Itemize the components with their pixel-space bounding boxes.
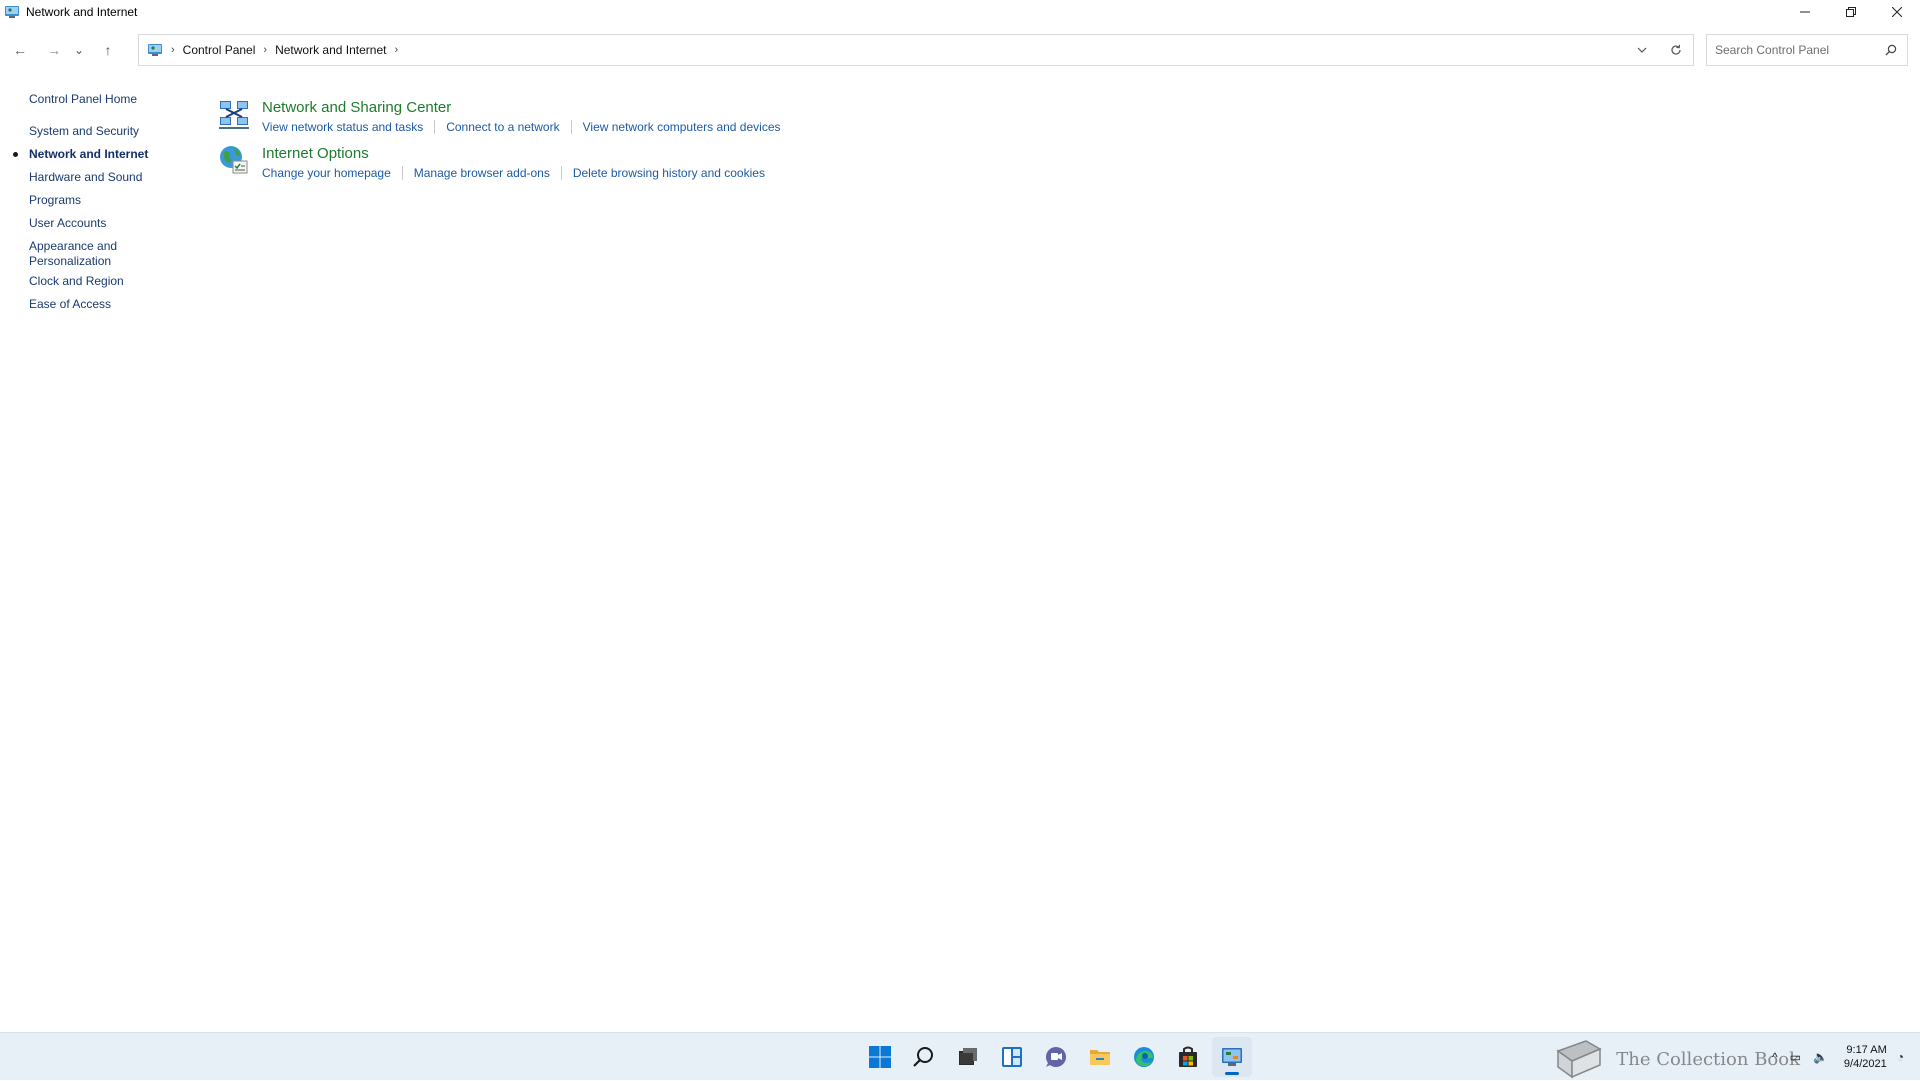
control-panel-icon <box>147 42 163 58</box>
breadcrumb-network-and-internet[interactable]: Network and Internet <box>275 43 386 57</box>
network-sharing-icon <box>218 98 250 130</box>
widgets-button[interactable] <box>992 1037 1032 1077</box>
refresh-icon <box>1671 44 1681 55</box>
breadcrumb-control-panel[interactable]: Control Panel <box>183 43 256 57</box>
view-network-computers-link[interactable]: View network computers and devices <box>583 120 781 134</box>
control-panel-icon <box>1222 1048 1242 1066</box>
focus-assist-icon[interactable]: ◔ <box>1897 1050 1904 1064</box>
control-panel-icon <box>4 4 20 20</box>
link-divider <box>434 120 436 134</box>
chat-icon <box>1046 1047 1066 1067</box>
network-and-sharing-center-link[interactable]: Network and Sharing Center <box>262 98 781 118</box>
connect-to-network-link[interactable]: Connect to a network <box>446 120 559 134</box>
category-internet-options: Internet Options Change your homepage Ma… <box>218 144 765 180</box>
store-button[interactable] <box>1168 1037 1208 1077</box>
sidebar-item-appearance-and-personalization[interactable]: Appearance and Personalization <box>29 239 148 269</box>
category-network-and-sharing-center: Network and Sharing Center View network … <box>218 98 781 134</box>
task-links: View network status and tasks Connect to… <box>262 120 781 134</box>
back-button[interactable]: ← <box>6 36 34 64</box>
chevron-down-icon <box>1637 47 1647 53</box>
breadcrumb-separator[interactable]: › <box>171 44 175 56</box>
delete-browsing-history-link[interactable]: Delete browsing history and cookies <box>573 166 765 180</box>
forward-arrow-icon: → <box>47 42 61 58</box>
edge-button[interactable] <box>1124 1037 1164 1077</box>
watermark: The Collection Book <box>1552 1037 1800 1081</box>
control-panel-taskbar-button[interactable] <box>1212 1037 1252 1077</box>
network-icon[interactable]: ▭ <box>1790 1050 1801 1064</box>
sidebar-item-hardware-and-sound[interactable]: Hardware and Sound <box>29 170 148 185</box>
link-divider <box>570 120 572 134</box>
task-links: Change your homepage Manage browser add-… <box>262 166 765 180</box>
sidebar-item-programs[interactable]: Programs <box>29 193 148 208</box>
search-icon <box>913 1047 933 1067</box>
sidebar-item-ease-of-access[interactable]: Ease of Access <box>29 297 148 312</box>
internet-options-link[interactable]: Internet Options <box>262 144 765 164</box>
control-panel-home-link[interactable]: Control Panel Home <box>29 92 137 106</box>
store-icon <box>1179 1046 1197 1067</box>
widgets-icon <box>1002 1047 1022 1067</box>
volume-icon[interactable]: 🔈 <box>1813 1050 1828 1064</box>
title-bar: Network and Internet <box>0 0 1920 24</box>
clock-date: 9/4/2021 <box>1843 1058 1887 1070</box>
navigation-bar: ← → ⌄ ↑ › Control Panel › Network and In… <box>0 34 1920 66</box>
taskbar: The Collection Book ^ ▭ 🔈 9:17 AM 9/4/20… <box>0 1032 1920 1080</box>
current-page-bullet <box>13 152 18 157</box>
clock[interactable]: 9:17 AM 9/4/2021 <box>1844 1043 1887 1071</box>
window-controls <box>1782 0 1920 24</box>
search-icon[interactable] <box>1885 44 1897 56</box>
address-dropdown-button[interactable] <box>1625 35 1659 65</box>
active-app-indicator <box>1225 1072 1239 1075</box>
chat-button[interactable] <box>1036 1037 1076 1077</box>
refresh-button[interactable] <box>1659 35 1693 65</box>
view-network-status-link[interactable]: View network status and tasks <box>262 120 423 134</box>
task-view-icon <box>959 1048 977 1065</box>
taskbar-search-button[interactable] <box>904 1037 944 1077</box>
book-icon <box>1556 1040 1602 1079</box>
up-arrow-icon: ↑ <box>104 42 112 58</box>
recent-locations-button[interactable]: ⌄ <box>68 36 90 64</box>
link-divider <box>401 166 403 180</box>
breadcrumb-separator[interactable]: › <box>394 44 398 56</box>
manage-browser-addons-link[interactable]: Manage browser add-ons <box>414 166 550 180</box>
forward-button[interactable]: → <box>40 36 68 64</box>
window-title: Network and Internet <box>26 5 138 19</box>
system-tray: ^ ▭ 🔈 9:17 AM 9/4/2021 ◔ <box>1766 1033 1910 1081</box>
chevron-down-icon: ⌄ <box>73 43 85 57</box>
search-box[interactable] <box>1706 34 1908 66</box>
file-explorer-icon <box>1090 1050 1110 1065</box>
taskbar-apps <box>860 1037 1256 1077</box>
sidebar-item-clock-and-region[interactable]: Clock and Region <box>29 274 148 289</box>
breadcrumb-separator[interactable]: › <box>263 44 267 56</box>
minimize-icon <box>1800 11 1810 13</box>
file-explorer-button[interactable] <box>1080 1037 1120 1077</box>
up-button[interactable]: ↑ <box>94 36 122 64</box>
minimize-button[interactable] <box>1782 0 1828 24</box>
close-button[interactable] <box>1874 0 1920 24</box>
sidebar-item-system-and-security[interactable]: System and Security <box>29 124 148 139</box>
internet-options-icon <box>218 144 250 176</box>
address-bar[interactable]: › Control Panel › Network and Internet › <box>138 34 1694 66</box>
show-hidden-icons-chevron[interactable]: ^ <box>1772 1050 1778 1064</box>
link-divider <box>560 166 562 180</box>
search-input[interactable] <box>1715 36 1885 64</box>
start-button[interactable] <box>860 1037 900 1077</box>
task-view-button[interactable] <box>948 1037 988 1077</box>
close-icon <box>1892 7 1902 17</box>
change-homepage-link[interactable]: Change your homepage <box>262 166 391 180</box>
restore-icon <box>1846 7 1856 17</box>
back-arrow-icon: ← <box>13 42 27 58</box>
sidebar-item-user-accounts[interactable]: User Accounts <box>29 216 148 231</box>
edge-icon <box>1134 1047 1154 1067</box>
sidebar-item-network-and-internet[interactable]: Network and Internet <box>13 147 149 162</box>
maximize-button[interactable] <box>1828 0 1874 24</box>
start-icon <box>869 1046 891 1068</box>
clock-time: 9:17 AM <box>1846 1044 1887 1056</box>
sidebar-item-label: Network and Internet <box>29 147 149 161</box>
category-list: System and Security Network and Internet… <box>13 124 149 320</box>
